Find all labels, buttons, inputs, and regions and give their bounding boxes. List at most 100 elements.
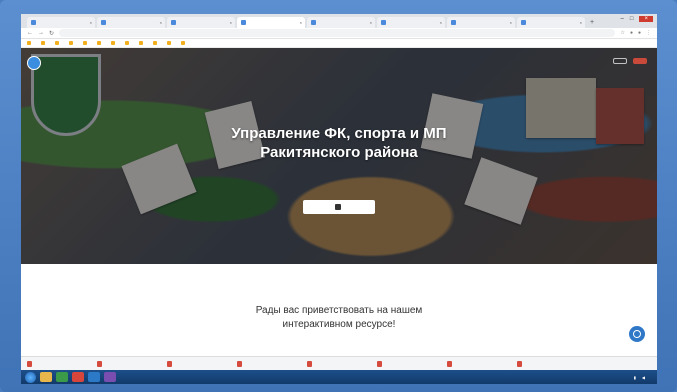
os-taskbar: ▮ ◀ [21,370,657,384]
tab-bar: × × × × × × × × + – □ × [21,14,657,28]
tab-favicon-icon [241,20,246,25]
close-tab-icon[interactable]: × [90,20,92,25]
bookmark-item[interactable] [139,41,145,45]
chat-icon [633,330,641,338]
tab-favicon-icon [521,20,526,25]
start-button-icon[interactable] [25,371,36,383]
downloads-shelf [21,356,657,370]
welcome-line: интерактивном ресурсе! [282,319,396,330]
browser-tab[interactable]: × [447,17,515,28]
bookmark-item[interactable] [181,41,187,45]
taskbar-browser-icon[interactable] [72,372,84,382]
download-item[interactable] [167,360,231,367]
bookmark-icon [27,41,31,45]
taskbar-app-icon[interactable] [88,372,100,382]
download-item[interactable] [447,360,511,367]
minimize-icon[interactable]: – [621,16,624,22]
profile-icon[interactable]: ● [638,30,641,36]
header-action-button[interactable] [613,58,627,64]
reload-icon[interactable]: ↻ [49,30,54,37]
download-item[interactable] [27,360,91,367]
browser-tab[interactable]: × [97,17,165,28]
download-item[interactable] [377,360,441,367]
bookmark-item[interactable] [167,41,173,45]
browser-tab[interactable]: × [27,17,95,28]
bookmark-icon [41,41,45,45]
browser-tab[interactable]: × [377,17,445,28]
hero-banner: Управление ФК, спорта и МП Ракитянского … [21,48,657,264]
bookmark-item[interactable] [41,41,47,45]
taskbar-explorer-icon[interactable] [40,372,52,382]
file-icon [307,360,312,367]
address-bar: ← → ↻ ☆ ● ● ⋮ [21,28,657,39]
close-tab-icon[interactable]: × [510,20,512,25]
url-input[interactable] [59,29,616,37]
file-icon [517,360,522,367]
bookmark-item[interactable] [55,41,61,45]
bookmark-star-icon[interactable]: ☆ [620,30,624,36]
hero-actions [613,58,647,64]
hero-title: Управление ФК, спорта и МП Ракитянского … [21,124,657,162]
bookmark-icon [111,41,115,45]
bookmark-item[interactable] [27,41,33,45]
tab-favicon-icon [31,20,36,25]
back-icon[interactable]: ← [27,30,33,36]
window-controls: – □ × [621,16,653,22]
bookmark-icon [153,41,157,45]
forward-icon[interactable]: → [38,30,44,36]
bookmark-item[interactable] [153,41,159,45]
close-tab-icon[interactable]: × [160,20,162,25]
bookmark-item[interactable] [83,41,89,45]
welcome-section: Рады вас приветствовать на нашем интерак… [21,264,657,356]
chat-widget-button[interactable] [629,326,645,342]
hero-content: Управление ФК, спорта и МП Ракитянского … [21,48,657,264]
maximize-icon[interactable]: □ [630,16,634,22]
browser-tab-active[interactable]: × [237,17,305,28]
close-tab-icon[interactable]: × [370,20,372,25]
taskbar-media-icon[interactable] [56,372,68,382]
close-window-icon[interactable]: × [639,16,653,22]
close-tab-icon[interactable]: × [230,20,232,25]
file-icon [167,360,172,367]
bookmark-icon [139,41,143,45]
bookmark-item[interactable] [125,41,131,45]
browser-tab[interactable]: × [517,17,585,28]
browser-window: × × × × × × × × + – □ × ← → ↻ ☆ ● ● ⋮ Уп… [21,14,657,384]
browser-tab[interactable]: × [167,17,235,28]
volume-icon[interactable]: ◀ [642,375,645,380]
taskbar-app-icon[interactable] [104,372,116,382]
bookmarks-bar [21,39,657,48]
hero-cta-button[interactable] [303,200,375,214]
bookmark-icon [167,41,171,45]
bookmark-icon [97,41,101,45]
site-logo[interactable] [27,56,135,70]
bookmark-item[interactable] [111,41,117,45]
header-action-button-red[interactable] [633,58,647,64]
bookmark-item[interactable] [69,41,75,45]
menu-icon[interactable]: ⋮ [646,30,651,36]
network-icon[interactable]: ▮ [634,375,636,380]
close-tab-icon[interactable]: × [300,20,302,25]
browser-tab[interactable]: × [307,17,375,28]
download-item[interactable] [97,360,161,367]
bookmark-icon [125,41,129,45]
file-icon [27,360,32,367]
download-item[interactable] [307,360,371,367]
close-tab-icon[interactable]: × [440,20,442,25]
tab-favicon-icon [101,20,106,25]
new-tab-icon[interactable]: + [590,17,594,28]
file-icon [97,360,102,367]
bookmark-item[interactable] [97,41,103,45]
tab-favicon-icon [451,20,456,25]
extension-icon[interactable]: ● [630,30,633,36]
tab-favicon-icon [171,20,176,25]
bookmark-icon [69,41,73,45]
download-item[interactable] [517,360,581,367]
welcome-heading: Рады вас приветствовать на нашем интерак… [21,304,657,332]
bookmark-icon [83,41,87,45]
close-tab-icon[interactable]: × [580,20,582,25]
download-item[interactable] [237,360,301,367]
document-icon [334,204,341,210]
file-icon [237,360,242,367]
system-tray: ▮ ◀ [634,375,651,380]
